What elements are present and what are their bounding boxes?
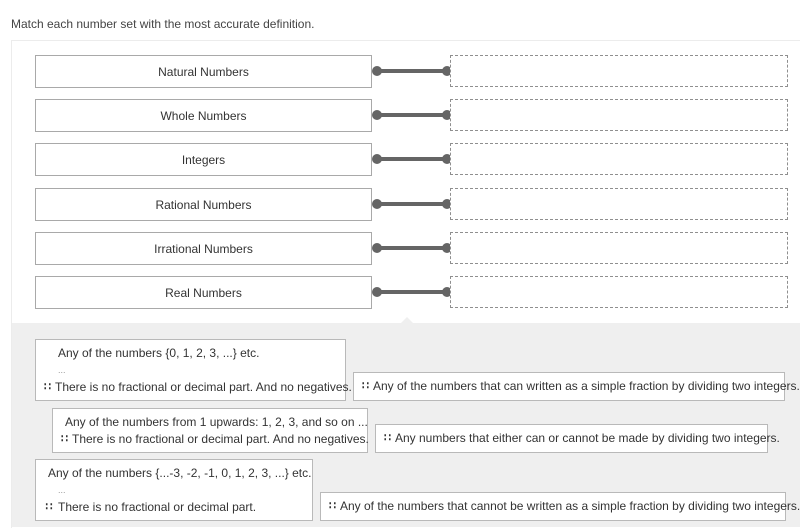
stem-whole-numbers: Whole Numbers	[35, 99, 372, 132]
drag-handle-icon[interactable]: ∷	[61, 431, 68, 448]
connector	[372, 286, 452, 298]
card-text: Any of the numbers from 1 upwards: 1, 2,…	[65, 415, 368, 429]
answer-card[interactable]: ∷ Any of the numbers that cannot be writt…	[320, 492, 800, 521]
connector-dot	[372, 110, 382, 120]
connector	[372, 109, 452, 121]
answer-card[interactable]: ∷ Any of the numbers that can written as …	[353, 372, 800, 401]
drop-target-irrational-numbers[interactable]	[450, 232, 788, 264]
card-text: There is no fractional or decimal part.	[58, 500, 257, 514]
connector-dot	[372, 66, 382, 76]
question-prompt: Match each number set with the most accu…	[11, 17, 315, 31]
answer-card[interactable]: Any of the numbers from 1 upwards: 1, 2,…	[52, 408, 369, 453]
card-text: Any of the numbers {0, 1, 2, 3, ...} etc…	[58, 346, 260, 360]
connector-dot	[372, 199, 382, 209]
stem-natural-numbers: Natural Numbers	[35, 55, 372, 88]
drop-target-rational-numbers[interactable]	[450, 188, 788, 220]
card-text: There is no fractional or decimal part. …	[55, 380, 352, 394]
connector-dot	[372, 243, 382, 253]
card-text: Any of the numbers that can written as a…	[373, 379, 800, 393]
card-text: Any of the numbers that cannot be writte…	[340, 499, 800, 513]
connector	[372, 242, 452, 254]
answer-card[interactable]: ∷ Any numbers that either can or cannot b…	[375, 424, 780, 453]
answer-card[interactable]: Any of the numbers {...-3, -2, -1, 0, 1,…	[35, 459, 313, 521]
drop-target-integers[interactable]	[450, 143, 788, 175]
connector-dot	[372, 154, 382, 164]
card-ellipsis: ...	[58, 485, 66, 495]
card-text: Any numbers that either can or cannot be…	[395, 431, 780, 445]
card-ellipsis: ...	[58, 365, 66, 375]
stem-real-numbers: Real Numbers	[35, 276, 372, 309]
drag-handle-icon[interactable]: ∷	[362, 378, 369, 395]
connector-dot	[372, 287, 382, 297]
drop-target-natural-numbers[interactable]	[450, 55, 788, 87]
drop-target-whole-numbers[interactable]	[450, 99, 788, 131]
stem-rational-numbers: Rational Numbers	[35, 188, 372, 221]
connector	[372, 153, 452, 165]
drop-target-real-numbers[interactable]	[450, 276, 788, 308]
connector	[372, 198, 452, 210]
stem-irrational-numbers: Irrational Numbers	[35, 232, 372, 265]
card-text: There is no fractional or decimal part. …	[72, 432, 369, 446]
card-text: Any of the numbers {...-3, -2, -1, 0, 1,…	[48, 466, 312, 480]
connector	[372, 65, 452, 77]
answer-card[interactable]: Any of the numbers {0, 1, 2, 3, ...} etc…	[35, 339, 352, 401]
drag-handle-icon[interactable]: ∷	[384, 430, 391, 447]
drag-handle-icon[interactable]: ∷	[44, 379, 51, 396]
drag-handle-icon[interactable]: ∷	[329, 498, 336, 515]
stem-integers: Integers	[35, 143, 372, 176]
drag-handle-icon[interactable]: ∷	[44, 499, 54, 516]
